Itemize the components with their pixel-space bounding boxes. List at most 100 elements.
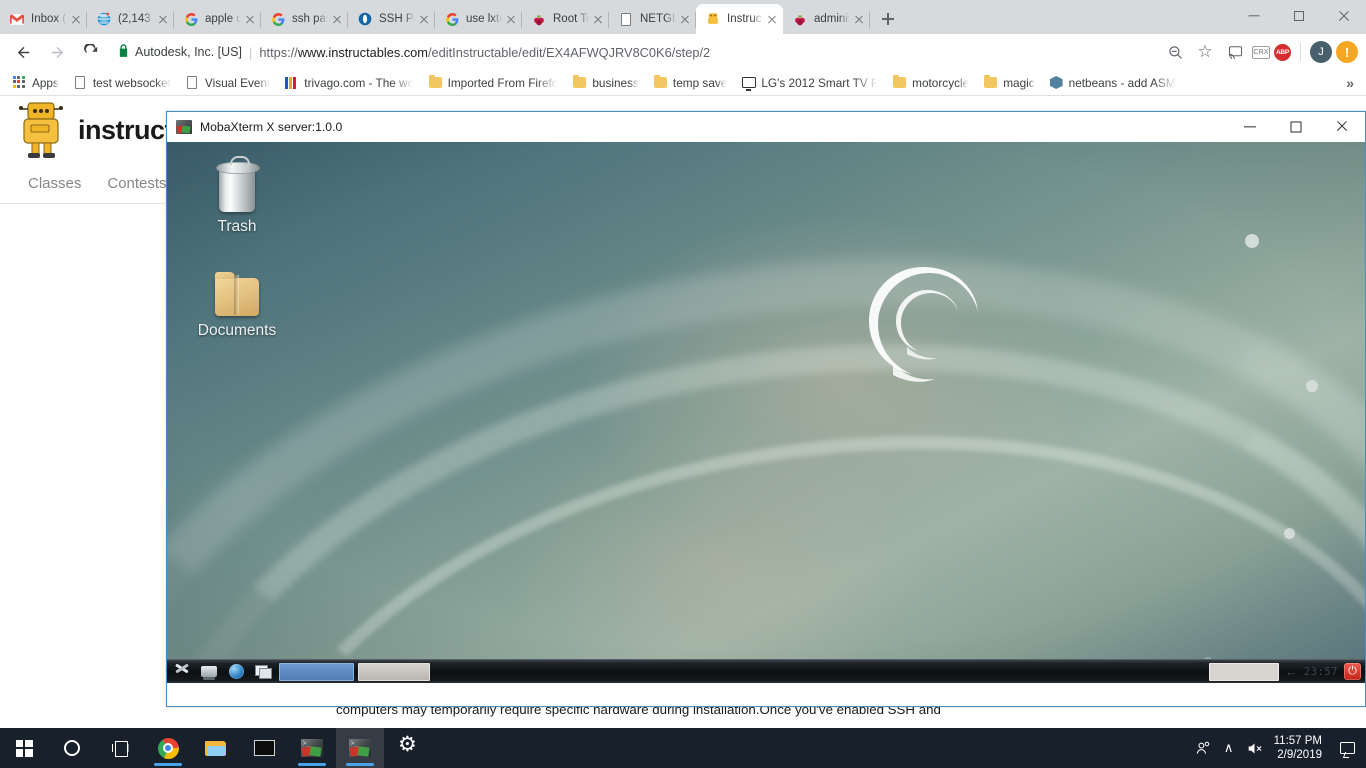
desktop-icon-documents[interactable]: Documents xyxy=(189,264,285,340)
bookmark-imported-from-firefox[interactable]: Imported From Firefo xyxy=(421,72,566,94)
x-maximize-button[interactable] xyxy=(1273,112,1319,142)
tab-title: use lxterm xyxy=(466,13,502,25)
address-bar[interactable]: Autodesk, Inc. [US] | https://www.instru… xyxy=(118,38,1154,66)
x-taskbar-window-inactive[interactable] xyxy=(358,662,430,681)
tab-close-icon[interactable] xyxy=(678,12,692,26)
browser-tab-8[interactable]: Instructa xyxy=(696,4,783,34)
x-close-button[interactable] xyxy=(1319,112,1365,142)
bookmark-label: temp save xyxy=(672,75,728,90)
profile-avatar[interactable]: J xyxy=(1310,41,1332,63)
x-server-window-controls xyxy=(1227,112,1365,142)
file-explorer-taskbar-button[interactable] xyxy=(192,728,240,768)
url-host: www.instructables.com xyxy=(297,44,428,60)
applications-menu-icon[interactable] xyxy=(170,661,194,683)
task-view-icon xyxy=(111,741,129,757)
bookmark-lg-smart-tv[interactable]: LG's 2012 Smart TV F xyxy=(734,72,885,94)
tab-close-icon[interactable] xyxy=(852,12,866,26)
tab-close-icon[interactable] xyxy=(156,12,170,26)
desktop-icon-label: Trash xyxy=(217,218,257,235)
bookmark-trivago[interactable]: trivago.com - The wc xyxy=(277,72,420,94)
cast-icon[interactable] xyxy=(1222,39,1248,65)
x-desktop-taskbar: ← 23:57 ⏻ xyxy=(167,659,1365,683)
tab-title: Root Term xyxy=(553,13,589,25)
browser-tab-4[interactable]: SSH Pass xyxy=(348,4,435,34)
minimize-button[interactable] xyxy=(1231,0,1276,32)
power-icon[interactable]: ⏻ xyxy=(1344,663,1361,680)
nav-item-contests[interactable]: Contests xyxy=(107,175,166,192)
web-browser-icon[interactable] xyxy=(224,661,248,683)
mobaxterm-x-server-window[interactable]: MobaXterm X server:1.0.0 Trash Documents… xyxy=(166,111,1366,707)
task-view-button[interactable] xyxy=(96,728,144,768)
windows-logo-icon xyxy=(15,739,33,757)
tab-separator xyxy=(869,12,870,28)
folder-icon xyxy=(653,75,668,90)
tab-close-icon[interactable] xyxy=(765,12,779,26)
zoom-out-icon[interactable] xyxy=(1162,39,1188,65)
chrome-menu-button[interactable]: ! xyxy=(1336,41,1358,63)
tab-title: Instructa xyxy=(727,13,763,25)
x-taskbar-window-active[interactable] xyxy=(279,662,354,681)
tray-arrow-icon[interactable]: ← xyxy=(1285,664,1298,679)
minimize-all-icon[interactable] xyxy=(1208,662,1279,681)
settings-taskbar-button[interactable] xyxy=(384,728,432,768)
bookmark-temp-save[interactable]: temp save xyxy=(646,72,734,94)
people-icon[interactable] xyxy=(1190,728,1216,768)
folder-icon xyxy=(205,740,227,757)
bookmark-visual-event[interactable]: Visual Event xyxy=(178,72,277,94)
file-manager-icon[interactable] xyxy=(251,661,275,683)
start-button[interactable] xyxy=(0,728,48,768)
bookmark-business[interactable]: business xyxy=(565,72,646,94)
raspberry-pi-icon xyxy=(792,11,808,27)
command-prompt-taskbar-button[interactable] xyxy=(240,728,288,768)
action-center-button[interactable] xyxy=(1332,728,1362,768)
bookmark-label: test websocket xyxy=(92,75,171,90)
browser-tab-9[interactable]: administr xyxy=(783,4,870,34)
adblock-plus-icon[interactable]: ABP xyxy=(1274,43,1291,61)
bookmark-magic[interactable]: magic xyxy=(976,72,1041,94)
back-button[interactable] xyxy=(6,35,40,69)
chrome-taskbar-button[interactable] xyxy=(144,728,192,768)
nav-item-classes[interactable]: Classes xyxy=(28,175,81,192)
tab-close-icon[interactable] xyxy=(69,12,83,26)
mobaxterm-xserver-taskbar-button[interactable]: >_ xyxy=(336,728,384,768)
tab-close-icon[interactable] xyxy=(243,12,257,26)
wallpaper-vignette xyxy=(167,142,1365,683)
show-hidden-icons-button[interactable]: ∧ xyxy=(1216,728,1242,768)
browser-tab-1[interactable]: (2,143 un xyxy=(87,4,174,34)
maximize-button[interactable] xyxy=(1276,0,1321,32)
close-button[interactable] xyxy=(1321,0,1366,32)
new-tab-button[interactable] xyxy=(874,5,902,33)
taskbar-clock[interactable]: 11:57 PM 2/9/2019 xyxy=(1268,734,1332,762)
tab-title: SSH Pass xyxy=(379,13,415,25)
x-server-title-bar[interactable]: MobaXterm X server:1.0.0 xyxy=(167,112,1365,142)
x-minimize-button[interactable] xyxy=(1227,112,1273,142)
reload-button[interactable] xyxy=(74,35,108,69)
bookmark-label: Imported From Firefo xyxy=(447,75,559,90)
forward-button[interactable] xyxy=(40,35,74,69)
tab-close-icon[interactable] xyxy=(330,12,344,26)
browser-tab-2[interactable]: apple de: xyxy=(174,4,261,34)
mobaxterm-taskbar-button[interactable]: >_ xyxy=(288,728,336,768)
tab-close-icon[interactable] xyxy=(504,12,518,26)
terminal-icon[interactable] xyxy=(197,661,221,683)
browser-tab-6[interactable]: Root Term xyxy=(522,4,609,34)
bookmark-motorcycle[interactable]: motorcycle xyxy=(885,72,976,94)
x-desktop[interactable]: Trash Documents ← 23:57 ⏻ xyxy=(167,142,1365,683)
clock-time: 11:57 PM xyxy=(1273,735,1322,747)
bookmarks-overflow-button[interactable]: » xyxy=(1346,75,1366,91)
bookmark-test-websocket[interactable]: test websocket xyxy=(66,72,178,94)
crx-extension-icon[interactable]: CRX xyxy=(1252,45,1270,59)
bookmark-star-icon[interactable]: ☆ xyxy=(1192,39,1218,65)
browser-tab-3[interactable]: ssh passw xyxy=(261,4,348,34)
tab-close-icon[interactable] xyxy=(591,12,605,26)
volume-muted-icon[interactable] xyxy=(1242,728,1268,768)
folder-icon xyxy=(572,75,587,90)
desktop-icon-trash[interactable]: Trash xyxy=(189,156,285,236)
bookmark-netbeans[interactable]: netbeans - add ASM xyxy=(1042,72,1183,94)
cortana-button[interactable] xyxy=(48,728,96,768)
bookmark-apps[interactable]: Apps xyxy=(0,72,66,94)
browser-tab-5[interactable]: use lxterm xyxy=(435,4,522,34)
tab-close-icon[interactable] xyxy=(417,12,431,26)
browser-tab-0[interactable]: Inbox (25 xyxy=(0,4,87,34)
browser-tab-7[interactable]: NETGEAR xyxy=(609,4,696,34)
